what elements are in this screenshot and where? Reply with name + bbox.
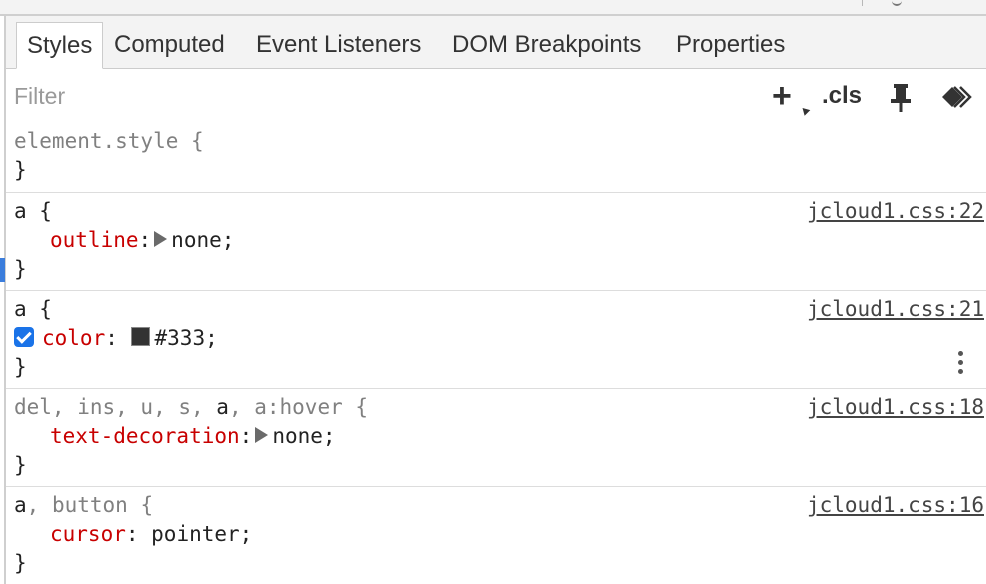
style-rule: del, ins, u, s, a, a:hover { jcloud1.css…	[6, 389, 986, 487]
rule-selector[interactable]: a, button {	[14, 490, 153, 520]
style-property[interactable]: outline: none;	[50, 225, 234, 255]
selector-unmatched: , a:hover {	[228, 395, 369, 419]
more-options-icon[interactable]	[958, 348, 964, 378]
resize-handle[interactable]	[0, 258, 5, 282]
style-property[interactable]: cursor: pointer;	[50, 519, 252, 549]
pin-icon	[891, 84, 911, 112]
rule-source-link[interactable]: jcloud1.css:18	[807, 392, 984, 422]
rendering-icon	[942, 86, 972, 108]
toggle-element-state-button[interactable]	[888, 77, 916, 115]
tab-properties[interactable]: Properties	[666, 22, 795, 68]
style-property[interactable]: text-decoration: none;	[50, 421, 336, 451]
property-name[interactable]: color	[42, 326, 105, 350]
rule-selector[interactable]: a {	[14, 294, 52, 324]
rendering-options-button[interactable]	[940, 77, 980, 115]
toggle-classes-button[interactable]: .cls	[822, 77, 862, 115]
rule-source-link[interactable]: jcloud1.css:22	[807, 196, 984, 226]
tab-computed[interactable]: Computed	[104, 22, 235, 68]
selector-matched: a	[216, 395, 229, 419]
expand-triangle-icon[interactable]	[255, 427, 269, 443]
rule-selector[interactable]: del, ins, u, s, a, a:hover {	[14, 392, 368, 422]
styles-filter-bar: + .cls	[6, 69, 986, 124]
property-value[interactable]: none;	[272, 424, 335, 448]
new-style-rule-icon: +	[772, 77, 792, 115]
expand-triangle-icon[interactable]	[154, 231, 168, 247]
sidebar-tab-bar: Styles Computed Event Listeners DOM Brea…	[6, 16, 986, 69]
new-rule-menu-icon[interactable]	[799, 105, 811, 116]
toolbar-divider	[862, 0, 863, 6]
property-value[interactable]: pointer;	[151, 522, 252, 546]
property-name[interactable]: text-decoration	[50, 424, 240, 448]
selector-unmatched: , button {	[26, 493, 154, 517]
rule-closing-brace: }	[14, 158, 27, 182]
rule-source-link[interactable]: jcloud1.css:21	[807, 294, 984, 324]
property-enabled-checkbox[interactable]	[14, 326, 34, 347]
property-colon: :	[105, 326, 131, 350]
tab-styles[interactable]: Styles	[16, 22, 104, 69]
rule-selector[interactable]: a {	[14, 196, 52, 226]
selector-matched: a	[14, 493, 27, 517]
partial-icon	[892, 0, 902, 6]
tab-event-listeners[interactable]: Event Listeners	[246, 22, 431, 68]
property-value[interactable]: #333;	[155, 326, 218, 350]
new-style-rule-button[interactable]: +	[772, 77, 792, 115]
property-value[interactable]: none;	[171, 228, 234, 252]
style-rule: a { jcloud1.css:22 outline: none; }	[6, 193, 986, 291]
property-name[interactable]: outline	[50, 228, 139, 252]
tab-dom-breakpoints[interactable]: DOM Breakpoints	[442, 22, 651, 68]
property-name[interactable]: cursor	[50, 522, 126, 546]
rule-closing-brace: }	[14, 257, 27, 281]
property-colon: :	[138, 228, 152, 252]
rule-closing-brace: }	[14, 551, 27, 575]
top-toolbar-strip	[0, 0, 986, 16]
style-rule-element-style: element.style { }	[6, 123, 986, 193]
rule-closing-brace: }	[14, 453, 27, 477]
rule-closing-brace: }	[14, 355, 27, 379]
style-rule: a { jcloud1.css:21 color: #333; }	[6, 291, 986, 389]
property-colon: :	[125, 522, 152, 546]
selector-unmatched: del, ins, u, s,	[14, 395, 217, 419]
color-swatch-icon[interactable]	[130, 327, 150, 346]
rule-source-link[interactable]: jcloud1.css:16	[807, 490, 984, 520]
style-rule: a, button { jcloud1.css:16 cursor: point…	[6, 487, 986, 584]
filter-input[interactable]	[14, 79, 614, 113]
rule-selector[interactable]: element.style {	[14, 126, 204, 156]
property-colon: :	[239, 424, 253, 448]
style-property[interactable]: color: #333;	[14, 323, 218, 353]
